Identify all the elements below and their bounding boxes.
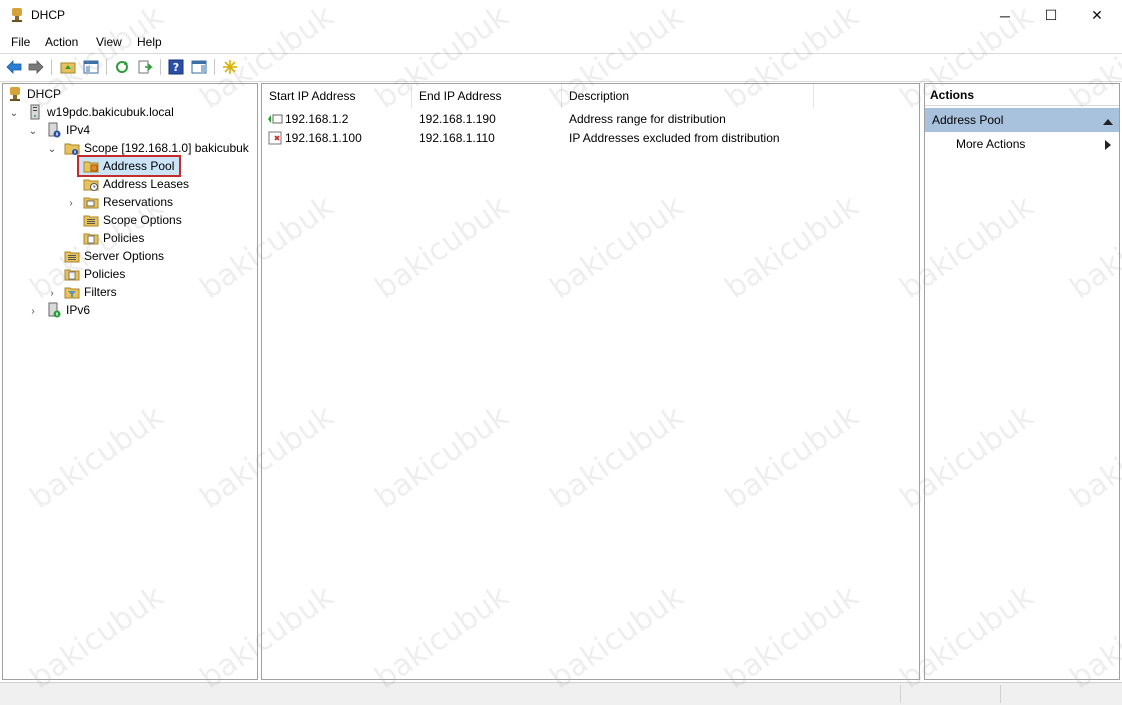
tree-item-ipv6[interactable]: IPv6 — [46, 301, 90, 319]
close-button[interactable]: ✕ — [1074, 0, 1120, 31]
menu-action[interactable]: Action — [45, 35, 78, 49]
tree-label: Filters — [84, 285, 117, 299]
maximize-button[interactable]: ☐ — [1028, 0, 1074, 31]
server-icon — [30, 104, 40, 120]
tree-label: IPv6 — [66, 303, 91, 317]
menu-file[interactable]: File — [11, 35, 30, 49]
actions-section-label: Address Pool — [932, 113, 1004, 127]
column-header-end-ip[interactable]: End IP Address — [412, 84, 562, 108]
end-ip: 192.168.1.190 — [419, 112, 496, 126]
tree-item-address-leases[interactable]: Address Leases — [83, 175, 189, 193]
tree-item-address-pool[interactable]: Address Pool — [77, 155, 181, 177]
export-list-icon[interactable] — [136, 58, 154, 76]
ipv6-icon — [48, 302, 61, 318]
tree-item-scope-policies[interactable]: Policies — [83, 229, 144, 247]
excluded-range-icon — [268, 131, 282, 145]
address-range-icon — [268, 114, 283, 124]
tree-label: Server Options — [84, 249, 165, 263]
refresh-icon[interactable] — [113, 58, 131, 76]
tree-item-policies[interactable]: Policies — [64, 265, 125, 283]
tree-label: Policies — [103, 231, 145, 245]
window-title: DHCP — [31, 8, 66, 22]
tree-item-dhcp[interactable]: DHCP — [7, 85, 61, 103]
dhcp-app-icon — [12, 8, 22, 22]
tree-label: w19pdc.bakicubuk.local — [47, 105, 174, 119]
submenu-arrow-icon — [1105, 139, 1111, 153]
start-ip: 192.168.1.2 — [285, 112, 349, 126]
column-header-start-ip[interactable]: Start IP Address — [262, 84, 412, 108]
dhcp-icon — [10, 87, 20, 101]
tree-label: Scope Options — [103, 213, 182, 227]
tree-item-reservations[interactable]: Reservations — [83, 193, 173, 211]
chevron-down-icon[interactable]: ⌄ — [28, 126, 38, 137]
tree-label: IPv4 — [66, 123, 91, 137]
tree-label: Scope [192.168.1.0] bakicubuk — [84, 141, 249, 155]
more-actions-label: More Actions — [956, 137, 1026, 151]
title-bar: DHCP ─ ☐ ✕ — [0, 0, 1122, 31]
up-folder-icon[interactable] — [59, 58, 77, 76]
tree-label: Reservations — [103, 195, 174, 209]
star-burst-icon[interactable] — [221, 58, 239, 76]
menu-bar: File Action View Help — [0, 31, 1122, 53]
back-arrow-icon[interactable] — [5, 58, 23, 76]
actions-section-address-pool[interactable]: Address Pool — [925, 108, 1119, 132]
toolbar: ? — [0, 53, 1122, 82]
action-pane-icon[interactable] — [190, 58, 208, 76]
table-row[interactable]: 192.168.1.2 — [267, 110, 348, 128]
chevron-right-icon[interactable]: › — [47, 288, 57, 299]
tree-item-filters[interactable]: Filters — [64, 283, 117, 301]
tree-item-scope-options[interactable]: Scope Options — [83, 211, 182, 229]
server-options-folder-icon — [64, 251, 80, 263]
tree-label: Policies — [84, 267, 126, 281]
policies-folder-icon — [83, 233, 99, 245]
end-ip: 192.168.1.110 — [419, 131, 495, 145]
tree-item-server-options[interactable]: Server Options — [64, 247, 164, 265]
description: Address range for distribution — [569, 112, 726, 126]
filters-folder-icon — [64, 287, 80, 299]
scope-folder-icon — [64, 143, 80, 155]
show-hide-tree-icon[interactable] — [82, 58, 100, 76]
table-row[interactable]: 192.168.1.100 — [267, 129, 362, 147]
minimize-button[interactable]: ─ — [982, 0, 1028, 31]
svg-text:?: ? — [173, 61, 179, 74]
forward-arrow-icon[interactable] — [27, 58, 45, 76]
address-pool-folder-icon — [83, 161, 99, 173]
column-header-description[interactable]: Description — [562, 84, 814, 108]
scope-options-folder-icon — [83, 215, 99, 227]
menu-view[interactable]: View — [96, 35, 122, 49]
actions-title: Actions — [925, 84, 1119, 106]
tree-label: Address Pool — [103, 159, 175, 173]
collapse-arrow-icon[interactable] — [1103, 114, 1113, 128]
tree-item-ipv4[interactable]: IPv4 — [46, 121, 90, 139]
tree-label: DHCP — [27, 87, 62, 101]
menu-help[interactable]: Help — [137, 35, 162, 49]
console-tree-pane[interactable]: DHCP ⌄ w19pdc.bakicubuk.local ⌄ IPv4 ⌄ S… — [2, 83, 258, 680]
chevron-right-icon[interactable]: › — [66, 198, 76, 209]
tree-label: Address Leases — [103, 177, 190, 191]
reservations-folder-icon — [83, 197, 99, 209]
more-actions-item[interactable]: More Actions — [925, 134, 1119, 154]
chevron-right-icon[interactable]: › — [28, 306, 38, 317]
start-ip: 192.168.1.100 — [285, 131, 362, 145]
status-bar — [0, 682, 1122, 705]
results-pane[interactable]: Start IP Address End IP Address Descript… — [261, 83, 920, 680]
chevron-down-icon[interactable]: ⌄ — [9, 108, 19, 119]
description: IP Addresses excluded from distribution — [569, 131, 780, 145]
ipv4-icon — [48, 122, 61, 138]
address-leases-folder-icon — [83, 179, 99, 191]
help-icon[interactable]: ? — [167, 58, 185, 76]
policies-folder-icon — [64, 269, 80, 281]
chevron-down-icon[interactable]: ⌄ — [47, 144, 57, 155]
tree-item-server[interactable]: w19pdc.bakicubuk.local — [27, 103, 174, 121]
actions-pane: Actions Address Pool More Actions — [924, 83, 1120, 680]
